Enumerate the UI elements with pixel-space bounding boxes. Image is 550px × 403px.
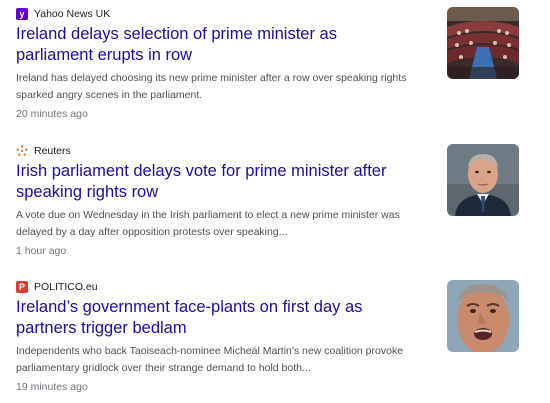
- article-headline[interactable]: Ireland’s government face-plants on firs…: [16, 297, 416, 339]
- source-name: Yahoo News UK: [34, 8, 111, 20]
- source-name: POLITICO.eu: [34, 281, 98, 293]
- parliament-chamber-image: [447, 7, 519, 79]
- article-headline[interactable]: Ireland delays selection of prime minist…: [16, 24, 416, 66]
- article-snippet: A vote due on Wednesday in the Irish par…: [16, 209, 400, 238]
- article-thumbnail[interactable]: [447, 144, 519, 216]
- article-headline[interactable]: Irish parliament delays vote for prime m…: [16, 161, 416, 203]
- news-feed: y Yahoo News UK Ireland delays selection…: [0, 0, 550, 403]
- reuters-logo-icon: [16, 145, 28, 157]
- source-name: Reuters: [34, 145, 71, 157]
- yahoo-logo-icon: y: [16, 8, 28, 20]
- news-article[interactable]: P POLITICO.eu Ireland’s government face-…: [0, 273, 550, 403]
- article-thumbnail[interactable]: [447, 7, 519, 79]
- politician-speaking-image: [447, 280, 519, 352]
- article-source[interactable]: y Yahoo News UK: [16, 7, 110, 21]
- article-timestamp: 20 minutes ago: [16, 108, 88, 120]
- news-article[interactable]: Reuters Irish parliament delays vote for…: [0, 137, 550, 269]
- article-thumbnail[interactable]: [447, 280, 519, 352]
- article-source[interactable]: Reuters: [16, 144, 71, 158]
- article-timestamp: 19 minutes ago: [16, 381, 88, 393]
- article-source[interactable]: P POLITICO.eu: [16, 280, 98, 294]
- politician-portrait-image: [447, 144, 519, 216]
- news-article[interactable]: y Yahoo News UK Ireland delays selection…: [0, 0, 550, 132]
- politico-logo-icon: P: [16, 281, 28, 293]
- article-snippet: Independents who back Taoiseach-nominee …: [16, 345, 404, 374]
- article-timestamp: 1 hour ago: [16, 245, 67, 257]
- article-snippet: Ireland has delayed choosing its new pri…: [16, 72, 407, 101]
